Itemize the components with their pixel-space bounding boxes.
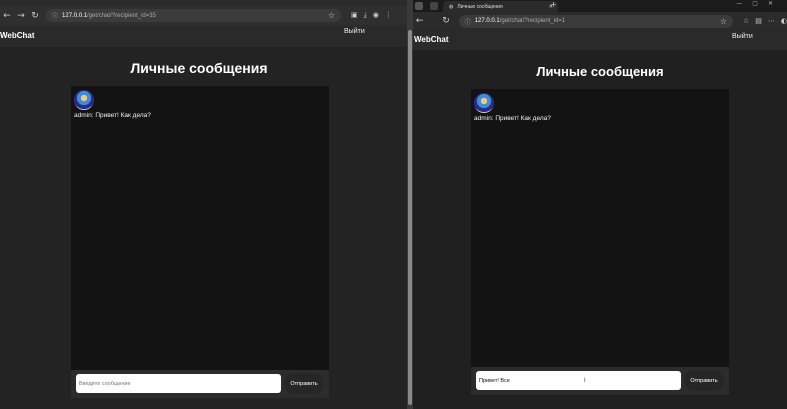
tab-chat[interactable]: ◍ Личные сообщения ✕: [443, 1, 558, 12]
extensions-icon[interactable]: ▣: [351, 11, 358, 20]
chat-message: admin: Привет! Как дела?: [474, 115, 551, 122]
reload-icon[interactable]: ↻: [28, 11, 42, 21]
globe-icon: ◍: [449, 3, 454, 10]
menu-icon[interactable]: ⋯: [768, 17, 775, 25]
site-info-icon[interactable]: ⓘ: [52, 11, 58, 20]
forward-icon[interactable]: →: [14, 11, 28, 21]
profile-icon[interactable]: ◉: [373, 11, 379, 20]
url-path: /get/chat/?recipient_id=1: [499, 18, 566, 24]
window-controls[interactable]: —▢✕: [736, 0, 783, 7]
workspaces-icon[interactable]: [430, 2, 438, 10]
download-icon[interactable]: ⤓: [364, 11, 367, 20]
url-path: /get/chat/?recipient_id=35: [87, 12, 156, 19]
avatar: [474, 93, 494, 113]
right-browser-window: ◍ Личные сообщения ✕ + —▢✕ ← ↻ ⓘ 127.0.0…: [413, 0, 787, 409]
chat-messages: admin: Привет! Как дела?: [471, 89, 729, 367]
text-cursor-icon: I: [584, 378, 586, 384]
profile-avatar-icon[interactable]: [415, 2, 423, 10]
toolbar-icons: ☆ ▤ ⋯ ◐: [743, 17, 787, 25]
tab-title: Личные сообщения: [457, 3, 503, 10]
site-info-icon[interactable]: ⓘ: [465, 17, 471, 26]
chat-messages: admin: Привет! Как дела?: [71, 86, 329, 370]
tab-strip: ◍ Личные сообщения ✕ + —▢✕: [413, 0, 787, 12]
avatar: [74, 90, 94, 110]
send-button[interactable]: Отправить: [684, 370, 724, 391]
brand-logo[interactable]: WebChat: [414, 35, 449, 44]
message-input[interactable]: [76, 374, 281, 393]
address-bar[interactable]: ⓘ 127.0.0.1 /get/chat/?recipient_id=35 ☆: [46, 9, 341, 22]
menu-icon[interactable]: ⋮: [385, 11, 392, 20]
toolbar-icons: ▣ ⤓ ◉ ⋮: [351, 11, 392, 20]
bookmark-star-icon[interactable]: ☆: [328, 11, 335, 20]
chat-message: admin: Привет! Как дела?: [74, 112, 151, 119]
url-host: 127.0.0.1: [474, 18, 500, 24]
new-tab-icon[interactable]: +: [550, 0, 557, 9]
collections-icon[interactable]: ▤: [755, 17, 762, 25]
brand-logo[interactable]: WebChat: [0, 31, 35, 40]
reload-icon[interactable]: ↻: [439, 16, 452, 26]
message-form: Отправить: [71, 370, 329, 398]
scrollbar-thumb[interactable]: [408, 30, 412, 405]
bookmark-star-icon[interactable]: ☆: [720, 17, 727, 26]
page-title: Личные сообщения: [536, 64, 664, 79]
browser-toolbar: ← → ↻ ⓘ 127.0.0.1 /get/chat/?recipient_i…: [0, 6, 407, 25]
logout-link[interactable]: Выйти: [732, 33, 753, 40]
message-input[interactable]: [476, 371, 681, 390]
app-navbar: WebChat Выйти: [413, 30, 787, 50]
page-title: Личные сообщения: [130, 60, 268, 76]
favorites-icon[interactable]: ☆: [743, 17, 749, 25]
back-icon[interactable]: ←: [413, 16, 426, 26]
copilot-icon[interactable]: ◐: [781, 17, 787, 25]
back-icon[interactable]: ←: [0, 11, 14, 21]
address-bar[interactable]: ⓘ 127.0.0.1 /get/chat/?recipient_id=1 ☆: [458, 14, 733, 28]
app-navbar: WebChat Выйти: [0, 25, 407, 47]
url-host: 127.0.0.1: [62, 12, 88, 19]
send-button[interactable]: Отправить: [284, 373, 324, 394]
left-browser-window: ← → ↻ ⓘ 127.0.0.1 /get/chat/?recipient_i…: [0, 0, 407, 409]
logout-link[interactable]: Выйти: [344, 28, 365, 35]
browser-toolbar: ← ↻ ⓘ 127.0.0.1 /get/chat/?recipient_id=…: [413, 12, 787, 30]
message-form: I Отправить: [471, 367, 729, 395]
